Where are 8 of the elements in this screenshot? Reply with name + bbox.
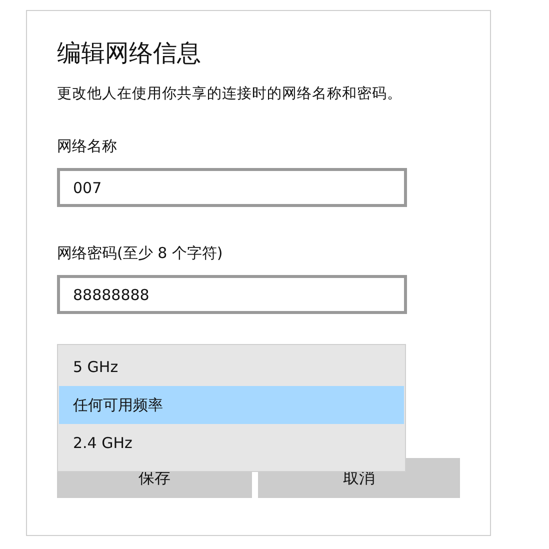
field-label: 网络名称 bbox=[57, 136, 117, 156]
dropdown-option[interactable]: 任何可用频率 bbox=[59, 386, 404, 424]
input-field[interactable]: 88888888 bbox=[57, 275, 407, 314]
field-label: 网络密码(至少 8 个字符) bbox=[57, 243, 223, 263]
input-field[interactable]: 007 bbox=[57, 168, 407, 207]
dialog-title: 编辑网络信息 bbox=[57, 38, 201, 68]
dropdown-option[interactable]: 5 GHz bbox=[59, 348, 404, 386]
dialog-description: 更改他人在使用你共享的连接时的网络名称和密码。 bbox=[57, 84, 402, 104]
